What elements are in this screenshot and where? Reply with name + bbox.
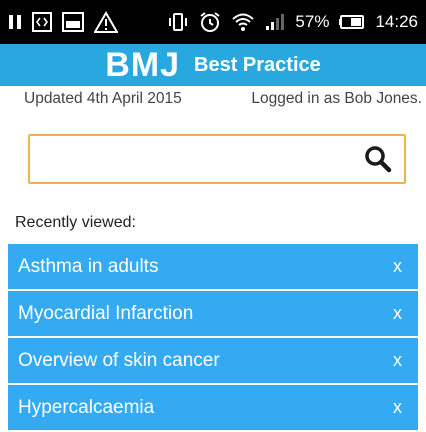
status-bar: 57% 14:26 <box>0 0 426 44</box>
updated-date: Updated 4th April 2015 <box>24 90 182 107</box>
meta-row: Updated 4th April 2015 Logged in as Bob … <box>0 86 426 112</box>
pause-icon <box>8 14 22 30</box>
wifi-icon <box>231 11 255 33</box>
recently-viewed-label: Recently viewed: <box>15 214 136 231</box>
alarm-icon <box>199 11 221 33</box>
code-icon <box>32 12 52 32</box>
status-icons-right: 57% 14:26 <box>167 11 418 33</box>
search-icon[interactable] <box>364 145 392 173</box>
list-item[interactable]: Asthma in adults x <box>8 244 418 289</box>
list-item-title: Hypercalcaemia <box>18 396 155 418</box>
app-header: BMJ Best Practice <box>0 44 426 86</box>
vibrate-icon <box>167 12 189 32</box>
list-item[interactable]: Myocardial Infarction x <box>8 291 418 336</box>
remove-button[interactable]: x <box>389 256 406 277</box>
battery-icon <box>339 15 365 29</box>
brand-logo: BMJ <box>105 45 181 84</box>
battery-percent: 57% <box>295 12 330 31</box>
search-box <box>28 134 406 184</box>
remove-button[interactable]: x <box>389 303 406 324</box>
image-icon <box>62 12 84 32</box>
warning-icon <box>94 11 118 33</box>
clock: 14:26 <box>375 12 418 31</box>
list-item[interactable]: Overview of skin cancer x <box>8 338 418 383</box>
product-name: Best Practice <box>194 53 321 76</box>
remove-button[interactable]: x <box>389 350 406 371</box>
list-item-title: Overview of skin cancer <box>18 349 220 371</box>
list-item-title: Myocardial Infarction <box>18 302 194 324</box>
status-icons-left <box>8 11 118 33</box>
signal-icon <box>265 13 285 31</box>
recently-viewed-list: Asthma in adults x Myocardial Infarction… <box>8 244 418 432</box>
list-item[interactable]: Hypercalcaemia x <box>8 385 418 430</box>
list-item-title: Asthma in adults <box>18 255 159 277</box>
logged-in-user: Logged in as Bob Jones. <box>251 90 422 107</box>
remove-button[interactable]: x <box>389 397 406 418</box>
search-input[interactable] <box>30 135 364 183</box>
